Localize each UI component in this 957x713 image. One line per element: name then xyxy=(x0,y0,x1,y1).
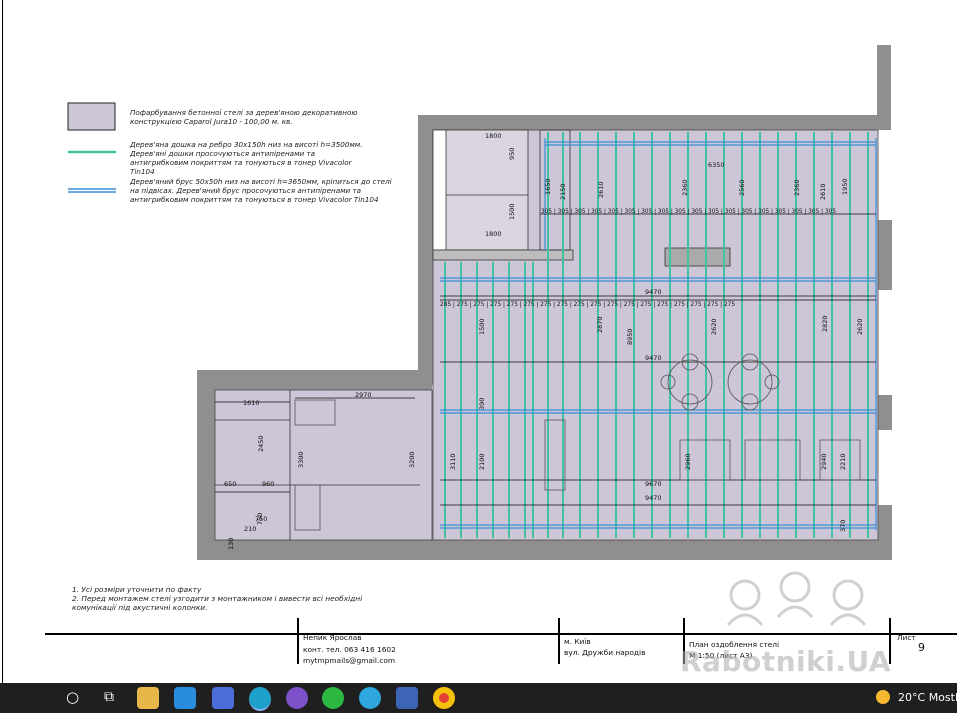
dim-2960: 2960 xyxy=(684,453,692,470)
dim-1950: 1950 xyxy=(841,178,849,195)
network-app-icon[interactable] xyxy=(396,687,418,709)
dim-2870: 2870 xyxy=(596,316,604,333)
dim-1500: 1500 xyxy=(508,203,516,220)
dim-370: 370 xyxy=(839,520,847,532)
edge-browser-icon[interactable] xyxy=(249,687,271,711)
file-explorer-icon[interactable] xyxy=(137,687,159,709)
dim-1650: 1650 xyxy=(544,178,552,195)
weather-widget[interactable]: 20°C Mostly xyxy=(898,691,957,704)
watermark-text: Rabotniki.UA xyxy=(680,645,892,678)
dim-650: 650 xyxy=(224,480,236,488)
watermark-logo-icon xyxy=(726,571,867,627)
dim-9470a: 9470 xyxy=(645,288,662,296)
drawing-sheet: Пофарбування бетонної стелі за дерев'яно… xyxy=(0,0,957,683)
dim-2560: 2560 xyxy=(738,179,746,196)
dim-9670: 9670 xyxy=(645,480,662,488)
dim-row-275: 285 | 275 | 275 | 275 | 275 | 275 | 275 … xyxy=(440,302,735,308)
dim-1800a: 1800 xyxy=(485,132,502,140)
viber-icon[interactable] xyxy=(286,687,308,709)
dim-2100: 2100 xyxy=(478,453,486,470)
dim-390: 390 xyxy=(478,398,486,410)
dim-950: 950 xyxy=(508,148,516,160)
dim-2620b: 2620 xyxy=(856,318,864,335)
task-view-icon[interactable]: ⧉ xyxy=(104,689,114,705)
dim-9470b: 9470 xyxy=(645,354,662,362)
weather-temp: 20°C xyxy=(898,691,926,704)
dim-2360b: 2360 xyxy=(793,179,801,196)
taskbar: ○ ⧉ 20°C Mostly xyxy=(0,683,957,713)
dim-2360a: 2360 xyxy=(681,179,689,196)
dim-6350: 6350 xyxy=(708,161,725,169)
dim-1500b: 1500 xyxy=(478,318,486,335)
dim-2210: 2210 xyxy=(839,453,847,470)
dim-2820: 2820 xyxy=(821,315,829,332)
dim-2970: 2970 xyxy=(355,391,372,399)
weather-sun-icon[interactable] xyxy=(876,690,890,704)
dim-row-305: 305 | 305 | 305 | 305 | 305 | 305 | 305 … xyxy=(541,209,836,215)
search-circle-icon[interactable]: ○ xyxy=(66,688,79,706)
floor-plan-drawing: 1800 1800 6350 9470 9470 9670 9470 2970 … xyxy=(45,45,957,664)
dim-750b: 750 xyxy=(256,513,264,525)
dim-2150: 2150 xyxy=(559,183,567,200)
dim-9470c: 9470 xyxy=(645,494,662,502)
dim-2620a: 2620 xyxy=(710,318,718,335)
chrome-browser-icon[interactable] xyxy=(433,687,455,709)
dim-2610b: 2610 xyxy=(819,183,827,200)
dim-8950: 8950 xyxy=(626,328,634,345)
dim-3200: 3200 xyxy=(408,451,416,468)
dim-2450: 2450 xyxy=(257,435,265,452)
dim-2940: 2940 xyxy=(820,453,828,470)
telegram-icon[interactable] xyxy=(359,687,381,709)
dim-1610: 1610 xyxy=(243,399,260,407)
dim-1800b: 1800 xyxy=(485,230,502,238)
dim-3300: 3300 xyxy=(297,451,305,468)
calculator-icon[interactable] xyxy=(212,687,234,709)
mail-icon[interactable] xyxy=(174,687,196,709)
dim-210: 210 xyxy=(244,525,256,533)
dim-3110: 3110 xyxy=(449,453,457,470)
legend-fill-swatch xyxy=(67,102,116,131)
dim-130: 130 xyxy=(227,538,235,550)
whatsapp-icon[interactable] xyxy=(322,687,344,709)
dim-2610: 2610 xyxy=(597,181,605,198)
weather-text: Mostly xyxy=(928,691,957,704)
dim-960: 960 xyxy=(262,480,274,488)
